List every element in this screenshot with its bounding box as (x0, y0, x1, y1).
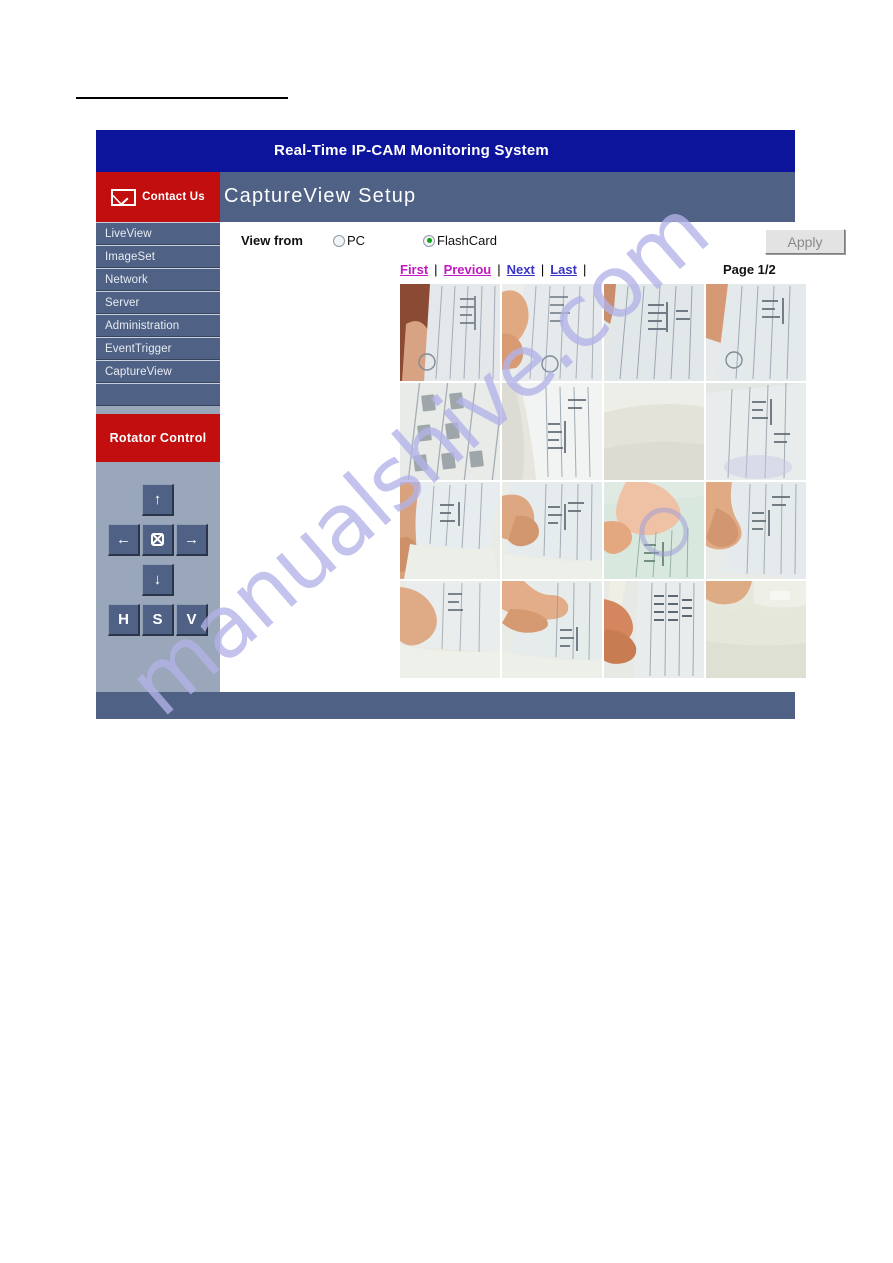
view-from-label: View from (241, 233, 303, 248)
radio-pc-label: PC (347, 233, 366, 248)
app-title: Real-Time IP-CAM Monitoring System (274, 142, 549, 159)
radio-flashcard-label: FlashCard (437, 233, 497, 248)
thumbnail-image (400, 581, 500, 678)
sidebar-item-label: ImageSet (105, 250, 156, 263)
pager-separator: | (582, 262, 587, 277)
pager-separator: | (497, 262, 501, 277)
sidebar-item-imageset[interactable]: ImageSet (96, 245, 220, 268)
contact-us-label: Contact Us (142, 191, 205, 203)
app-title-bar: Real-Time IP-CAM Monitoring System (96, 130, 795, 172)
sidebar-item-label: LiveView (105, 227, 152, 240)
radio-flashcard-icon[interactable] (423, 234, 435, 247)
sidebar-item-spacer (96, 383, 220, 406)
thumbnail-image (502, 284, 602, 381)
arrow-left-icon[interactable]: ← (108, 524, 140, 556)
thumbnail-image (706, 383, 806, 480)
sidebar-nav-list: LiveView ImageSet Network Server Adminis… (96, 222, 220, 406)
apply-button[interactable]: Apply (765, 229, 845, 254)
app-footer-bar (96, 692, 795, 719)
stop-scan-button[interactable]: S (142, 604, 174, 636)
thumbnail-item[interactable] (604, 482, 704, 579)
pager-separator: | (434, 262, 438, 277)
thumbnail-item[interactable] (400, 482, 500, 579)
document-horizontal-rule (76, 97, 288, 99)
sidebar-item-liveview[interactable]: LiveView (96, 222, 220, 245)
sidebar-item-eventtrigger[interactable]: EventTrigger (96, 337, 220, 360)
rotator-control-heading: Rotator Control (96, 414, 220, 462)
capture-thumbnail-grid (400, 284, 808, 678)
pager-first-link[interactable]: First (400, 262, 428, 277)
home-reset-icon[interactable] (142, 524, 174, 556)
pager-separator: | (540, 262, 545, 277)
thumbnail-image (400, 383, 500, 480)
rotator-control-pad: ↑ ← → ↓ H S V (96, 462, 220, 719)
thumbnail-image (502, 581, 602, 678)
thumbnail-image (400, 482, 500, 579)
sidebar-item-label: CaptureView (105, 365, 172, 378)
sidebar-item-server[interactable]: Server (96, 291, 220, 314)
thumbnail-image (706, 284, 806, 381)
radio-option-flashcard[interactable]: FlashCard (423, 233, 497, 248)
sidebar-item-captureview[interactable]: CaptureView (96, 360, 220, 383)
thumbnail-item[interactable] (706, 482, 806, 579)
page-title: CaptureView Setup (224, 185, 417, 207)
thumbnail-item[interactable] (400, 581, 500, 678)
sidebar-item-label: EventTrigger (105, 342, 172, 355)
horizontal-scan-button[interactable]: H (108, 604, 140, 636)
thumbnail-image (502, 383, 602, 480)
thumbnail-item[interactable] (400, 383, 500, 480)
sidebar-item-label: Server (105, 296, 140, 309)
thumbnail-item[interactable] (400, 284, 500, 381)
home-reset-glyph (151, 533, 164, 546)
main-content: View from PC FlashCard Apply First | Pre… (220, 222, 845, 719)
thumbnail-item[interactable] (706, 383, 806, 480)
thumbnail-item[interactable] (706, 284, 806, 381)
sidebar: LiveView ImageSet Network Server Adminis… (96, 222, 220, 719)
vertical-scan-button[interactable]: V (176, 604, 208, 636)
page-indicator: Page 1/2 (723, 262, 776, 277)
thumbnail-item[interactable] (706, 581, 806, 678)
pager-last-link[interactable]: Last (550, 262, 577, 277)
thumbnail-image (502, 482, 602, 579)
thumbnail-image (706, 581, 806, 678)
thumbnail-image (706, 482, 806, 579)
thumbnail-item[interactable] (604, 581, 704, 678)
thumbnail-image (400, 284, 500, 381)
radio-option-pc[interactable]: PC (333, 233, 365, 248)
thumbnail-image (604, 284, 704, 381)
ipcam-web-interface: Real-Time IP-CAM Monitoring System Conta… (96, 130, 845, 719)
thumbnail-image (604, 581, 704, 678)
pager-row: First | Previou | Next | Last | Page 1/2 (220, 258, 795, 282)
thumbnail-item[interactable] (502, 284, 602, 381)
thumbnail-item[interactable] (502, 383, 602, 480)
contact-us-button[interactable]: Contact Us (96, 172, 220, 222)
thumbnail-image (604, 482, 704, 579)
radio-pc-icon[interactable] (333, 234, 345, 247)
page-header-band: Contact Us CaptureView Setup (96, 172, 795, 222)
arrow-right-icon[interactable]: → (176, 524, 208, 556)
envelope-icon (111, 188, 137, 206)
thumbnail-item[interactable] (502, 581, 602, 678)
pager-next-link[interactable]: Next (507, 262, 535, 277)
arrow-down-icon[interactable]: ↓ (142, 564, 174, 596)
thumbnail-item[interactable] (604, 284, 704, 381)
sidebar-item-administration[interactable]: Administration (96, 314, 220, 337)
sidebar-item-network[interactable]: Network (96, 268, 220, 291)
view-from-row: View from PC FlashCard Apply (220, 222, 845, 258)
thumbnail-item[interactable] (604, 383, 704, 480)
sidebar-item-label: Administration (105, 319, 180, 332)
thumbnail-item[interactable] (502, 482, 602, 579)
pager-links: First | Previou | Next | Last | (400, 262, 586, 277)
pager-previous-link[interactable]: Previou (444, 262, 492, 277)
arrow-up-icon[interactable]: ↑ (142, 484, 174, 516)
sidebar-item-label: Network (105, 273, 148, 286)
thumbnail-image (604, 383, 704, 480)
